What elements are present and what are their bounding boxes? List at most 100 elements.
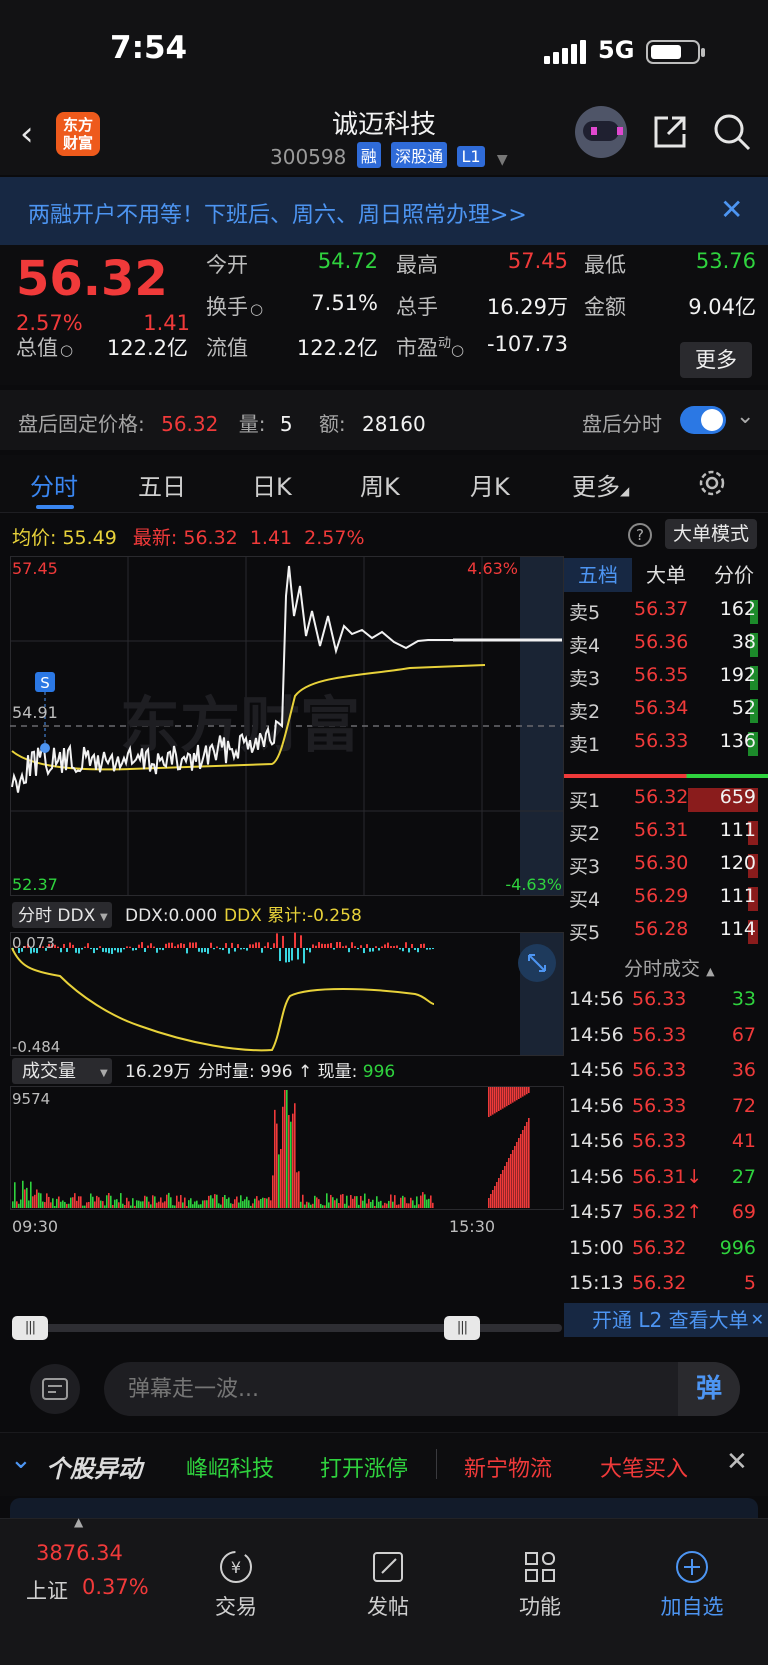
- ask-row[interactable]: 卖3 56.35 192: [564, 664, 768, 697]
- tag-connect: 深股通: [391, 142, 448, 168]
- trade-price: 56.33: [632, 1130, 687, 1152]
- price-axis-mid: 54.91: [12, 703, 58, 722]
- robot-avatar[interactable]: [575, 106, 627, 158]
- danmaku-send-button[interactable]: 弹: [678, 1362, 740, 1416]
- close-icon[interactable]: ✕: [720, 193, 743, 226]
- open-l2-button[interactable]: 开通 L2 查看大单 ✕: [564, 1303, 768, 1337]
- ask-volume: 136: [719, 730, 756, 752]
- bid-label: 买1: [569, 790, 601, 812]
- post-icon: [373, 1552, 403, 1582]
- ddx-axis-high: 0.073: [12, 934, 55, 952]
- bid-label: 买4: [569, 889, 601, 911]
- ask-volume: 162: [719, 598, 756, 620]
- value-pe: -107.73: [486, 332, 568, 356]
- status-bar: 7:54 5G: [0, 0, 768, 100]
- nav-add-watchlist[interactable]: 加自选: [642, 1549, 742, 1621]
- bid-price: 56.28: [634, 918, 689, 940]
- current-price: 56.32: [16, 251, 168, 307]
- danmaku-settings-icon[interactable]: [30, 1364, 80, 1414]
- tab-intraday[interactable]: 分时: [30, 467, 78, 502]
- bid-label: 买2: [569, 823, 601, 845]
- tab-five-levels[interactable]: 五档: [564, 558, 632, 592]
- more-button[interactable]: 更多: [680, 342, 752, 378]
- status-time: 7:54: [110, 30, 188, 66]
- share-icon[interactable]: [650, 112, 690, 152]
- trade-time: 14:56: [569, 1094, 624, 1117]
- tag-level: L1: [457, 146, 485, 167]
- movement-item-event-2[interactable]: 大笔买入: [600, 1451, 688, 1483]
- index-value[interactable]: 3876.34: [36, 1541, 123, 1565]
- trade-volume: 72: [731, 1094, 756, 1117]
- trade-time: 14:56: [569, 1130, 624, 1152]
- bid-price: 56.31: [634, 819, 689, 841]
- bid-row[interactable]: 买3 56.30 120: [564, 852, 768, 885]
- ddx-bars: [12, 932, 434, 964]
- ask-row[interactable]: 卖1 56.33 136: [564, 730, 768, 763]
- info-icon[interactable]: ○: [250, 300, 263, 318]
- close-icon[interactable]: ✕: [726, 1447, 748, 1477]
- index-name[interactable]: 上证: [26, 1575, 68, 1605]
- tab-weekly-k[interactable]: 周K: [360, 467, 400, 502]
- danmaku-bar: 弹: [0, 1350, 768, 1430]
- danmaku-input[interactable]: [104, 1362, 740, 1416]
- help-icon[interactable]: ?: [628, 523, 652, 547]
- nav-functions[interactable]: 功能: [490, 1549, 590, 1621]
- banner-text[interactable]: 两融开户不用等！下班后、周六、周日照常办理>>: [28, 197, 527, 229]
- tab-big-orders[interactable]: 大单: [632, 558, 700, 592]
- value-turnover: 7.51%: [311, 291, 378, 315]
- big-order-mode-button[interactable]: 大单模式: [665, 519, 757, 549]
- movement-item-event[interactable]: 打开涨停: [320, 1451, 408, 1483]
- nav-trade[interactable]: ¥ 交易: [186, 1549, 286, 1621]
- tab-five-day[interactable]: 五日: [138, 467, 186, 502]
- bid-volume: 659: [719, 786, 756, 808]
- movement-item-stock-2[interactable]: 新宁物流: [464, 1451, 552, 1483]
- info-icon[interactable]: ○: [451, 341, 464, 359]
- after-hours-bar: 盘后固定价格: 56.32 量: 5 额: 28160 盘后分时 ⌄: [0, 390, 768, 450]
- signal-icon: [544, 40, 589, 64]
- bid-price: 56.29: [634, 885, 689, 907]
- index-pct[interactable]: 0.37%: [82, 1575, 149, 1599]
- after-hours-toggle[interactable]: [680, 406, 726, 434]
- chevron-down-icon[interactable]: ⌄: [736, 404, 754, 429]
- trade-volume: 67: [731, 1023, 756, 1046]
- close-icon[interactable]: ✕: [751, 1303, 764, 1337]
- movement-item-stock[interactable]: 峰岹科技: [186, 1451, 274, 1483]
- active-tab-indicator: [36, 505, 74, 509]
- ask-row[interactable]: 卖4 56.36 38: [564, 631, 768, 664]
- tab-price-dist[interactable]: 分价: [700, 558, 768, 592]
- price-axis-low: 52.37: [12, 875, 58, 894]
- signal-badge-text: S: [40, 674, 50, 692]
- intraday-chart[interactable]: 东方财富 S 57.45 4.63% 54.91 52.37 -4.63% 分时…: [10, 556, 564, 1316]
- trade-volume: 69: [731, 1201, 756, 1223]
- info-icon[interactable]: ○: [60, 341, 73, 359]
- chevron-down-icon[interactable]: ⌄: [10, 1445, 32, 1475]
- nav-post[interactable]: 发帖: [338, 1549, 438, 1621]
- trade-time: 14:56: [569, 1059, 624, 1081]
- slider-handle-right[interactable]: |||: [444, 1316, 480, 1340]
- time-range-slider[interactable]: [26, 1324, 562, 1332]
- search-icon[interactable]: [712, 112, 752, 152]
- value-open: 54.72: [317, 249, 378, 273]
- tab-monthly-k[interactable]: 月K: [470, 467, 510, 502]
- ask-row[interactable]: 卖2 56.34 52: [564, 697, 768, 730]
- bid-row[interactable]: 买2 56.31 111: [564, 819, 768, 852]
- trades-title[interactable]: 分时成交 ▲: [624, 954, 715, 981]
- tab-more[interactable]: 更多◢: [572, 467, 629, 502]
- tag-margin: 融: [356, 142, 381, 168]
- settings-icon[interactable]: [696, 467, 728, 499]
- bid-row[interactable]: 买5 56.28 114: [564, 918, 768, 951]
- ask-price: 56.37: [634, 598, 689, 620]
- stock-code-line[interactable]: 300598 融 深股通 L1 ▼: [270, 142, 508, 169]
- ask-row[interactable]: 卖5 56.37 162: [564, 598, 768, 631]
- ask-price: 56.35: [634, 664, 689, 686]
- slider-handle-left[interactable]: |||: [12, 1316, 48, 1340]
- ask-price: 56.34: [634, 697, 689, 719]
- value-high: 57.45: [507, 249, 568, 273]
- volume-selector-label: 成交量: [22, 1061, 76, 1082]
- promo-banner[interactable]: 两融开户不用等！下班后、周六、周日照常办理>> ✕: [0, 177, 768, 245]
- tab-daily-k[interactable]: 日K: [252, 467, 292, 502]
- battery-icon: [646, 40, 705, 64]
- trade-icon: ¥: [220, 1551, 252, 1583]
- bid-row[interactable]: 买4 56.29 111: [564, 885, 768, 918]
- bid-row[interactable]: 买1 56.32 659: [564, 786, 768, 819]
